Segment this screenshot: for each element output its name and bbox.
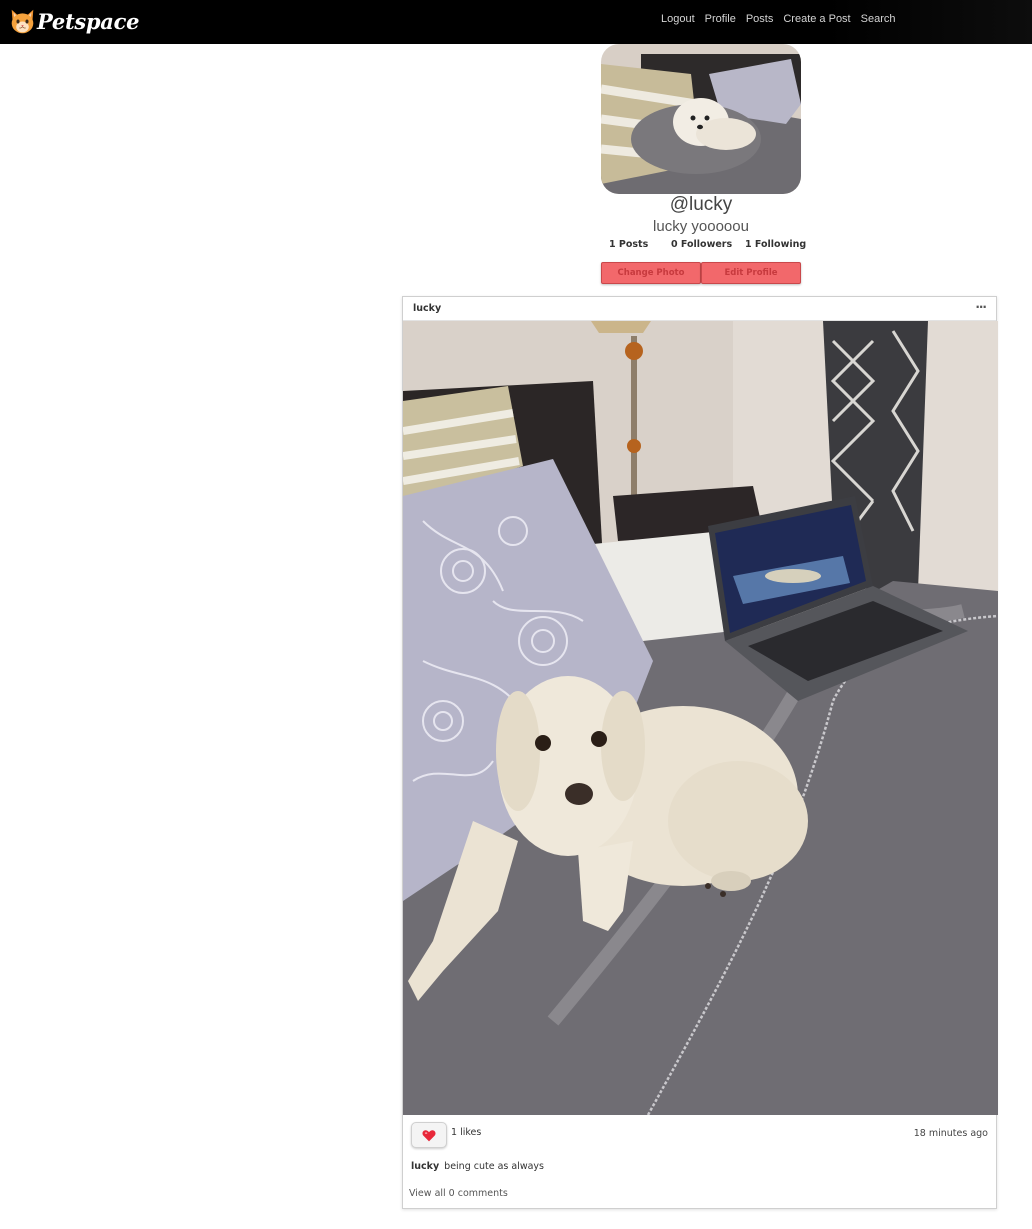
profile-avatar — [601, 44, 801, 194]
post-card: lucky ··· 1 likes 18 minutes ago lucky b… — [402, 296, 998, 1209]
nav-links: Logout Profile Posts Create a Post Searc… — [661, 13, 905, 25]
stat-posts[interactable]: 1 Posts — [609, 239, 648, 250]
nav-link-posts[interactable]: Posts — [746, 13, 774, 25]
more-dots-icon[interactable]: ··· — [975, 300, 987, 314]
change-photo-button[interactable]: Change Photo — [601, 262, 701, 284]
nav-link-create-post[interactable]: Create a Post — [783, 13, 850, 25]
like-button[interactable] — [411, 1122, 447, 1148]
nav-link-search[interactable]: Search — [861, 13, 896, 25]
top-navbar: Petspace Logout Profile Posts Create a P… — [0, 0, 1032, 44]
profile-handle: @lucky — [669, 194, 733, 215]
caption-username[interactable]: lucky — [411, 1161, 439, 1172]
post-image — [403, 321, 998, 1115]
brand-name: Petspace — [37, 8, 140, 34]
like-count: 1 likes — [451, 1127, 482, 1138]
cat-face-icon — [11, 9, 34, 33]
edit-profile-button[interactable]: Edit Profile — [701, 262, 801, 284]
heart-icon — [422, 1129, 436, 1141]
post-username[interactable]: lucky — [413, 303, 441, 314]
nav-link-logout[interactable]: Logout — [661, 13, 695, 25]
caption-text: being cute as always — [444, 1161, 545, 1172]
stat-followers[interactable]: 0 Followers — [671, 239, 732, 250]
post-header: lucky ··· — [403, 297, 996, 321]
view-comments-link[interactable]: View all 0 comments — [409, 1188, 508, 1199]
brand[interactable]: Petspace — [9, 6, 139, 36]
post-caption: lucky being cute as always — [411, 1161, 544, 1172]
stat-following[interactable]: 1 Following — [745, 239, 806, 250]
nav-link-profile[interactable]: Profile — [705, 13, 736, 25]
profile-display-name: lucky yooooou — [653, 218, 749, 235]
post-timestamp: 18 minutes ago — [913, 1128, 988, 1139]
